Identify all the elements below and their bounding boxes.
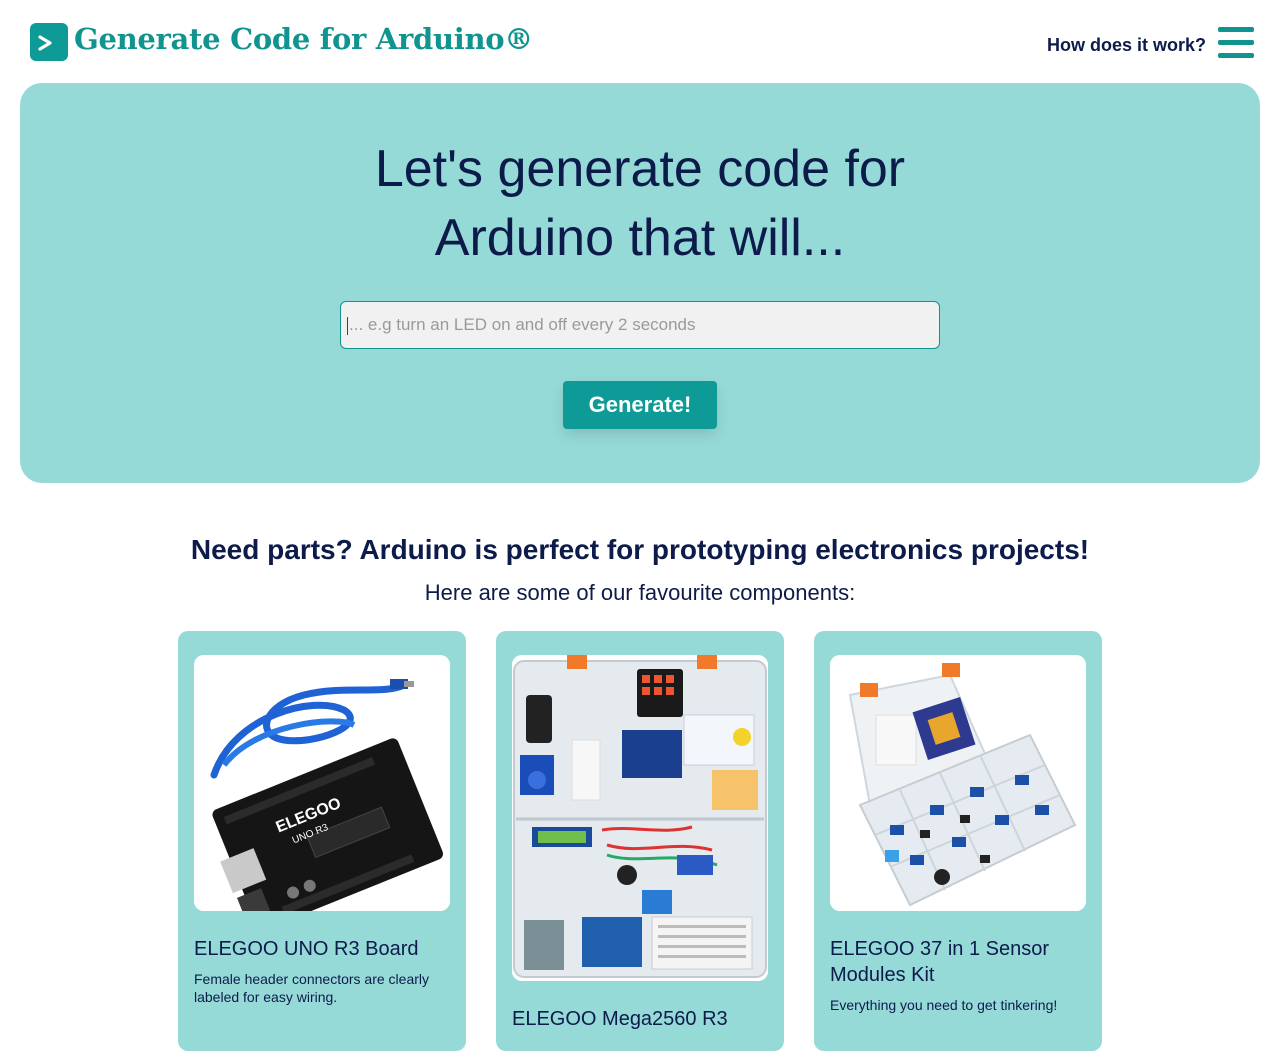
product-card[interactable]: ELEGOO UNO R3 ELEGOO UNO R3 Board Female… bbox=[178, 631, 466, 1051]
card-title[interactable]: ELEGOO Mega2560 R3 bbox=[512, 1006, 768, 1032]
terminal-prompt-icon[interactable] bbox=[30, 23, 68, 61]
text-caret bbox=[347, 317, 348, 335]
product-card[interactable]: ELEGOO 37 in 1 Sensor Modules Kit Everyt… bbox=[814, 631, 1102, 1051]
prompt-input[interactable] bbox=[340, 301, 940, 349]
how-does-it-work-link[interactable]: How does it work? bbox=[1047, 35, 1206, 56]
hero-section: Let's generate code for Arduino that wil… bbox=[20, 83, 1260, 483]
sensor-modules-kit-photo[interactable] bbox=[830, 655, 1086, 911]
parts-subheading: Here are some of our favourite component… bbox=[424, 580, 856, 605]
hero-title: Let's generate code for Arduino that wil… bbox=[20, 135, 1260, 273]
mega2560-starter-kit-photo[interactable] bbox=[512, 655, 768, 981]
parts-heading: Need parts? Arduino is perfect for proto… bbox=[190, 534, 1090, 565]
site-header: Generate Code for Arduino® How does it w… bbox=[0, 0, 1280, 83]
generate-button[interactable]: Generate! bbox=[563, 381, 717, 429]
card-description: Everything you need to get tinkering! bbox=[830, 997, 1058, 1013]
card-title[interactable]: ELEGOO UNO R3 Board bbox=[194, 936, 450, 962]
card-title[interactable]: ELEGOO 37 in 1 Sensor Modules Kit bbox=[830, 936, 1086, 988]
hero-title-line-2: Arduino that will... bbox=[434, 209, 846, 267]
product-card[interactable]: ELEGOO Mega2560 R3 bbox=[496, 631, 784, 1051]
card-description: Female header connectors are clearly lab… bbox=[194, 971, 430, 1005]
hamburger-menu-icon[interactable] bbox=[1218, 27, 1254, 59]
app-title[interactable]: Generate Code for Arduino® bbox=[74, 22, 533, 56]
arduino-uno-board-photo[interactable]: ELEGOO UNO R3 bbox=[194, 655, 450, 911]
hero-title-line-1: Let's generate code for bbox=[374, 140, 906, 198]
